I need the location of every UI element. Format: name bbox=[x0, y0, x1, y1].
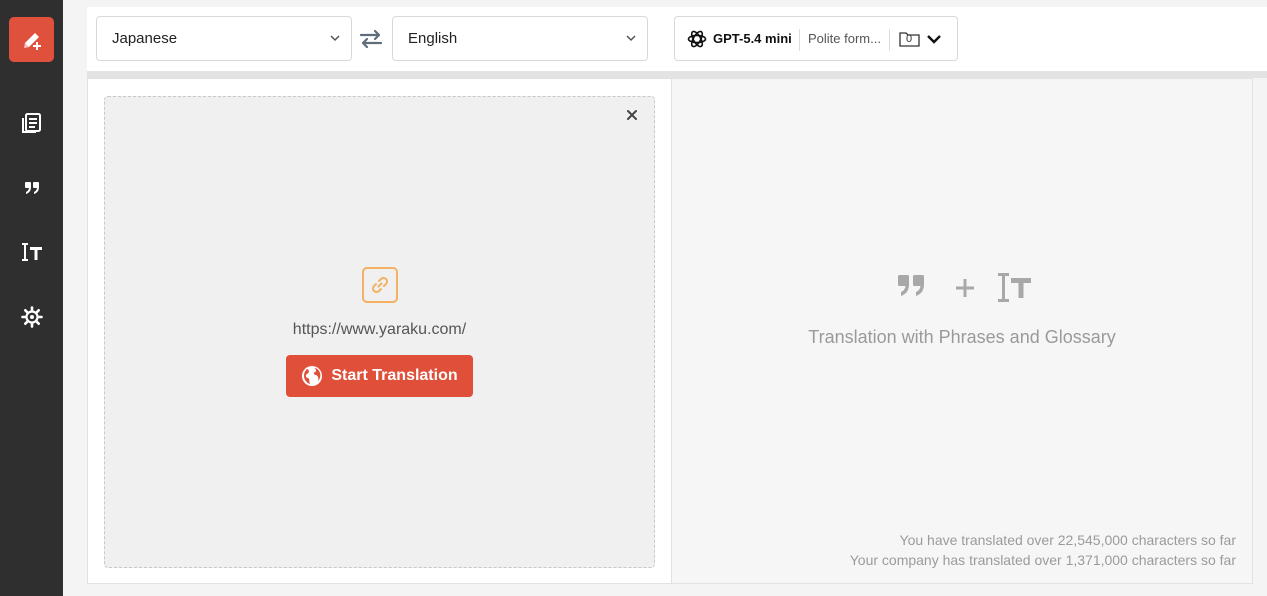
chevron-down-icon bbox=[626, 35, 636, 42]
source-language-value: Japanese bbox=[112, 30, 178, 47]
pencil-plus-icon bbox=[23, 32, 41, 50]
company-usage-text: Your company has translated over 1,371,0… bbox=[849, 552, 1236, 568]
quote-icon bbox=[24, 181, 39, 194]
user-usage-text: You have translated over 22,545,000 char… bbox=[899, 532, 1236, 548]
target-language-value: English bbox=[408, 30, 458, 47]
url-dropzone[interactable]: https://www.yaraku.com/ Start Translatio… bbox=[104, 96, 655, 568]
translation-panel: https://www.yaraku.com/ Start Translatio… bbox=[87, 78, 1253, 584]
sidebar-item-settings[interactable] bbox=[16, 301, 47, 332]
close-icon[interactable] bbox=[625, 108, 639, 122]
link-icon bbox=[362, 267, 398, 303]
sidebar bbox=[0, 0, 63, 596]
chevron-down-icon bbox=[927, 35, 941, 44]
settings-gear-icon bbox=[20, 305, 43, 328]
chevron-down-icon bbox=[330, 35, 340, 42]
toolbar-divider bbox=[87, 71, 1267, 78]
openai-logo-icon bbox=[687, 30, 707, 48]
style-divider bbox=[889, 29, 890, 51]
source-language-select[interactable]: Japanese bbox=[96, 16, 352, 61]
model-divider bbox=[799, 29, 800, 51]
phrases-glossary-icons bbox=[898, 273, 1031, 302]
start-translation-label: Start Translation bbox=[331, 367, 458, 384]
glossary-icon bbox=[21, 242, 42, 261]
glossary-icon bbox=[998, 273, 1031, 302]
usage-stats: You have translated over 22,545,000 char… bbox=[850, 530, 1236, 570]
url-text: https://www.yaraku.com/ bbox=[292, 321, 467, 338]
style-label: Polite form... bbox=[808, 31, 881, 46]
sidebar-item-documents[interactable] bbox=[16, 107, 47, 138]
new-translation-button[interactable] bbox=[9, 17, 54, 62]
quote-icon bbox=[898, 275, 924, 296]
feature-description: Translation with Phrases and Glossary bbox=[808, 327, 1116, 347]
swap-languages-icon[interactable] bbox=[358, 29, 384, 49]
toolbar: Japanese English GPT-5.4 mini Polite for… bbox=[87, 7, 1267, 71]
model-selector[interactable]: GPT-5.4 mini Polite form... 0 bbox=[674, 16, 958, 61]
globe-icon bbox=[302, 366, 323, 386]
model-name: GPT-5.4 mini bbox=[713, 31, 792, 46]
folder-count: 0 bbox=[906, 33, 913, 45]
plus-icon bbox=[956, 279, 974, 297]
sidebar-item-glossary[interactable] bbox=[16, 236, 47, 267]
source-pane: https://www.yaraku.com/ Start Translatio… bbox=[88, 79, 671, 583]
sidebar-item-phrases[interactable] bbox=[16, 172, 47, 203]
result-pane: Translation with Phrases and Glossary Yo… bbox=[671, 79, 1252, 583]
target-language-select[interactable]: English bbox=[392, 16, 648, 61]
documents-icon bbox=[21, 112, 41, 133]
start-translation-button[interactable]: Start Translation bbox=[286, 355, 473, 397]
